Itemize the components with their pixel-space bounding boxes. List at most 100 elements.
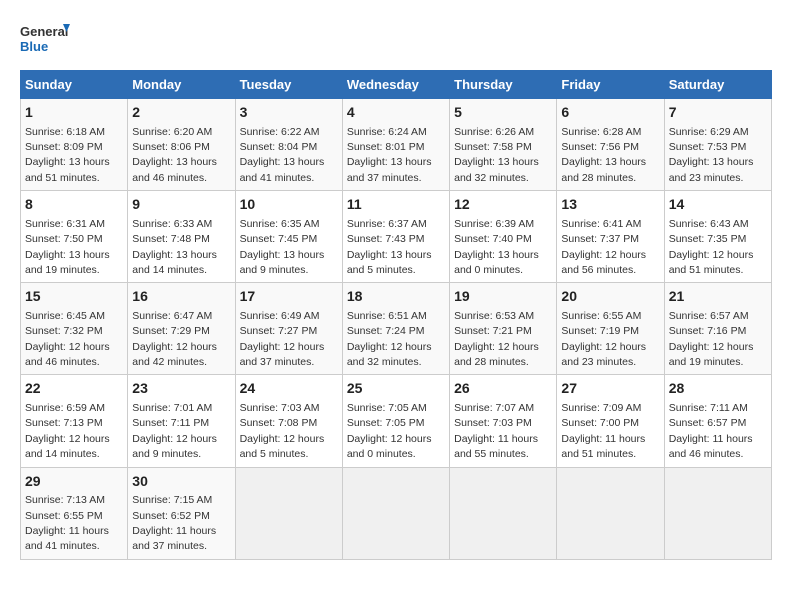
day-number: 10 <box>240 195 338 215</box>
day-number: 13 <box>561 195 659 215</box>
day-info: Sunrise: 6:29 AMSunset: 7:53 PMDaylight:… <box>669 126 754 184</box>
day-info: Sunrise: 6:37 AMSunset: 7:43 PMDaylight:… <box>347 218 432 276</box>
day-info: Sunrise: 6:55 AMSunset: 7:19 PMDaylight:… <box>561 310 646 368</box>
header-tuesday: Tuesday <box>235 71 342 99</box>
calendar-cell: 20 Sunrise: 6:55 AMSunset: 7:19 PMDaylig… <box>557 283 664 375</box>
calendar-cell: 3 Sunrise: 6:22 AMSunset: 8:04 PMDayligh… <box>235 99 342 191</box>
calendar-cell: 19 Sunrise: 6:53 AMSunset: 7:21 PMDaylig… <box>450 283 557 375</box>
header-monday: Monday <box>128 71 235 99</box>
logo: General Blue <box>20 20 70 60</box>
day-info: Sunrise: 6:39 AMSunset: 7:40 PMDaylight:… <box>454 218 539 276</box>
day-info: Sunrise: 7:05 AMSunset: 7:05 PMDaylight:… <box>347 402 432 460</box>
day-info: Sunrise: 6:43 AMSunset: 7:35 PMDaylight:… <box>669 218 754 276</box>
calendar-cell <box>235 467 342 559</box>
day-info: Sunrise: 6:20 AMSunset: 8:06 PMDaylight:… <box>132 126 217 184</box>
day-info: Sunrise: 6:35 AMSunset: 7:45 PMDaylight:… <box>240 218 325 276</box>
day-info: Sunrise: 7:03 AMSunset: 7:08 PMDaylight:… <box>240 402 325 460</box>
day-number: 4 <box>347 103 445 123</box>
day-number: 15 <box>25 287 123 307</box>
calendar-cell: 11 Sunrise: 6:37 AMSunset: 7:43 PMDaylig… <box>342 191 449 283</box>
day-info: Sunrise: 7:09 AMSunset: 7:00 PMDaylight:… <box>561 402 645 460</box>
day-info: Sunrise: 6:41 AMSunset: 7:37 PMDaylight:… <box>561 218 646 276</box>
calendar-cell: 8 Sunrise: 6:31 AMSunset: 7:50 PMDayligh… <box>21 191 128 283</box>
calendar-cell: 1 Sunrise: 6:18 AMSunset: 8:09 PMDayligh… <box>21 99 128 191</box>
day-number: 26 <box>454 379 552 399</box>
day-number: 14 <box>669 195 767 215</box>
day-number: 29 <box>25 472 123 492</box>
day-number: 2 <box>132 103 230 123</box>
calendar-cell: 4 Sunrise: 6:24 AMSunset: 8:01 PMDayligh… <box>342 99 449 191</box>
calendar-cell <box>450 467 557 559</box>
svg-text:General: General <box>20 24 68 39</box>
logo-icon: General Blue <box>20 20 70 60</box>
calendar-cell: 2 Sunrise: 6:20 AMSunset: 8:06 PMDayligh… <box>128 99 235 191</box>
day-info: Sunrise: 6:18 AMSunset: 8:09 PMDaylight:… <box>25 126 110 184</box>
day-info: Sunrise: 6:28 AMSunset: 7:56 PMDaylight:… <box>561 126 646 184</box>
day-number: 19 <box>454 287 552 307</box>
day-number: 7 <box>669 103 767 123</box>
day-info: Sunrise: 6:45 AMSunset: 7:32 PMDaylight:… <box>25 310 110 368</box>
day-info: Sunrise: 6:31 AMSunset: 7:50 PMDaylight:… <box>25 218 110 276</box>
day-number: 27 <box>561 379 659 399</box>
day-number: 1 <box>25 103 123 123</box>
calendar-cell: 27 Sunrise: 7:09 AMSunset: 7:00 PMDaylig… <box>557 375 664 467</box>
calendar-cell: 16 Sunrise: 6:47 AMSunset: 7:29 PMDaylig… <box>128 283 235 375</box>
header-friday: Friday <box>557 71 664 99</box>
day-info: Sunrise: 6:51 AMSunset: 7:24 PMDaylight:… <box>347 310 432 368</box>
calendar-cell: 28 Sunrise: 7:11 AMSunset: 6:57 PMDaylig… <box>664 375 771 467</box>
day-number: 20 <box>561 287 659 307</box>
header-saturday: Saturday <box>664 71 771 99</box>
calendar-cell: 24 Sunrise: 7:03 AMSunset: 7:08 PMDaylig… <box>235 375 342 467</box>
calendar-cell: 14 Sunrise: 6:43 AMSunset: 7:35 PMDaylig… <box>664 191 771 283</box>
week-row-4: 22 Sunrise: 6:59 AMSunset: 7:13 PMDaylig… <box>21 375 772 467</box>
day-info: Sunrise: 6:24 AMSunset: 8:01 PMDaylight:… <box>347 126 432 184</box>
day-number: 6 <box>561 103 659 123</box>
day-info: Sunrise: 6:57 AMSunset: 7:16 PMDaylight:… <box>669 310 754 368</box>
calendar-cell: 18 Sunrise: 6:51 AMSunset: 7:24 PMDaylig… <box>342 283 449 375</box>
calendar-cell: 5 Sunrise: 6:26 AMSunset: 7:58 PMDayligh… <box>450 99 557 191</box>
day-info: Sunrise: 7:11 AMSunset: 6:57 PMDaylight:… <box>669 402 753 460</box>
page-header: General Blue <box>20 20 772 60</box>
header-thursday: Thursday <box>450 71 557 99</box>
day-info: Sunrise: 6:33 AMSunset: 7:48 PMDaylight:… <box>132 218 217 276</box>
day-number: 25 <box>347 379 445 399</box>
day-number: 8 <box>25 195 123 215</box>
calendar-cell: 29 Sunrise: 7:13 AMSunset: 6:55 PMDaylig… <box>21 467 128 559</box>
day-number: 21 <box>669 287 767 307</box>
day-number: 12 <box>454 195 552 215</box>
day-number: 9 <box>132 195 230 215</box>
day-info: Sunrise: 6:59 AMSunset: 7:13 PMDaylight:… <box>25 402 110 460</box>
day-number: 5 <box>454 103 552 123</box>
day-info: Sunrise: 7:13 AMSunset: 6:55 PMDaylight:… <box>25 494 109 552</box>
day-info: Sunrise: 6:26 AMSunset: 7:58 PMDaylight:… <box>454 126 539 184</box>
week-row-5: 29 Sunrise: 7:13 AMSunset: 6:55 PMDaylig… <box>21 467 772 559</box>
day-number: 18 <box>347 287 445 307</box>
calendar-cell <box>342 467 449 559</box>
calendar-cell: 12 Sunrise: 6:39 AMSunset: 7:40 PMDaylig… <box>450 191 557 283</box>
calendar-header-row: SundayMondayTuesdayWednesdayThursdayFrid… <box>21 71 772 99</box>
header-sunday: Sunday <box>21 71 128 99</box>
week-row-1: 1 Sunrise: 6:18 AMSunset: 8:09 PMDayligh… <box>21 99 772 191</box>
week-row-2: 8 Sunrise: 6:31 AMSunset: 7:50 PMDayligh… <box>21 191 772 283</box>
calendar-cell: 25 Sunrise: 7:05 AMSunset: 7:05 PMDaylig… <box>342 375 449 467</box>
day-info: Sunrise: 7:15 AMSunset: 6:52 PMDaylight:… <box>132 494 216 552</box>
calendar-cell: 9 Sunrise: 6:33 AMSunset: 7:48 PMDayligh… <box>128 191 235 283</box>
calendar-cell: 30 Sunrise: 7:15 AMSunset: 6:52 PMDaylig… <box>128 467 235 559</box>
day-info: Sunrise: 7:07 AMSunset: 7:03 PMDaylight:… <box>454 402 538 460</box>
calendar-cell: 7 Sunrise: 6:29 AMSunset: 7:53 PMDayligh… <box>664 99 771 191</box>
day-number: 30 <box>132 472 230 492</box>
day-number: 28 <box>669 379 767 399</box>
day-info: Sunrise: 6:47 AMSunset: 7:29 PMDaylight:… <box>132 310 217 368</box>
calendar-cell: 22 Sunrise: 6:59 AMSunset: 7:13 PMDaylig… <box>21 375 128 467</box>
header-wednesday: Wednesday <box>342 71 449 99</box>
day-number: 24 <box>240 379 338 399</box>
day-info: Sunrise: 7:01 AMSunset: 7:11 PMDaylight:… <box>132 402 217 460</box>
calendar-cell: 26 Sunrise: 7:07 AMSunset: 7:03 PMDaylig… <box>450 375 557 467</box>
calendar-cell <box>557 467 664 559</box>
calendar-cell: 6 Sunrise: 6:28 AMSunset: 7:56 PMDayligh… <box>557 99 664 191</box>
calendar-cell: 13 Sunrise: 6:41 AMSunset: 7:37 PMDaylig… <box>557 191 664 283</box>
week-row-3: 15 Sunrise: 6:45 AMSunset: 7:32 PMDaylig… <box>21 283 772 375</box>
day-number: 22 <box>25 379 123 399</box>
calendar-table: SundayMondayTuesdayWednesdayThursdayFrid… <box>20 70 772 560</box>
day-number: 23 <box>132 379 230 399</box>
